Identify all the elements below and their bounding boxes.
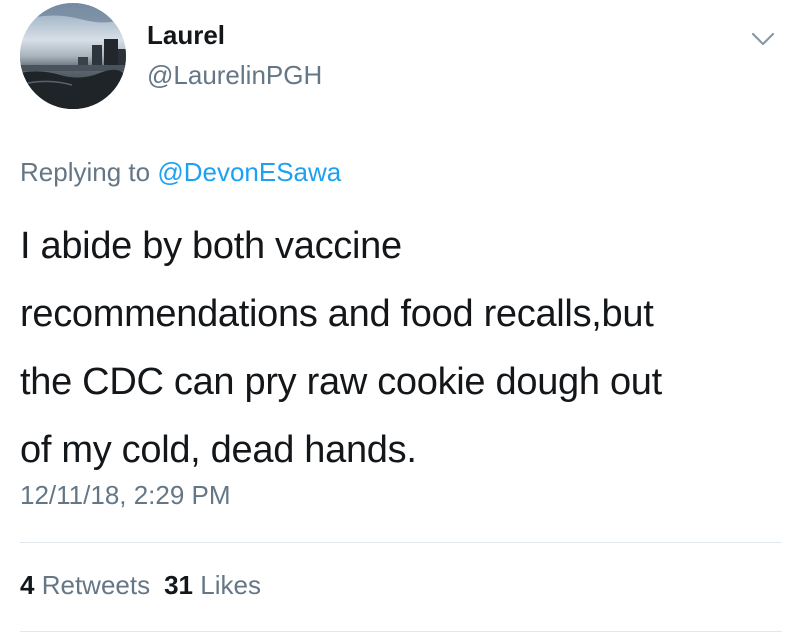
avatar-image <box>20 3 126 109</box>
tweet-text-line: of my cold, dead hands. <box>20 429 417 471</box>
user-handle[interactable]: @LaurelinPGH <box>147 60 322 91</box>
reply-handle-link[interactable]: @DevonESawa <box>157 157 341 187</box>
replying-to-label: Replying to <box>20 157 151 187</box>
tweet-card: Laurel @LaurelinPGH Replying to @DevonES… <box>0 0 792 636</box>
replying-to: Replying to @DevonESawa <box>20 157 341 188</box>
tweet-text-line: I abide by both vaccine <box>20 225 402 267</box>
retweets-label: Retweets <box>41 570 151 600</box>
likes-label: Likes <box>200 570 261 600</box>
engagement-stats: 4 Retweets 31 Likes <box>20 570 261 601</box>
divider <box>20 631 782 632</box>
tweet-timestamp[interactable]: 12/11/18, 2:29 PM <box>20 480 231 511</box>
likes-stat[interactable]: 31 Likes <box>164 570 261 600</box>
divider <box>20 542 782 543</box>
tweet-text-line: the CDC can pry raw cookie dough out <box>20 361 662 403</box>
retweets-stat[interactable]: 4 Retweets <box>20 570 150 600</box>
tweet-text-line: recommendations and food recalls,but <box>20 293 654 335</box>
retweets-count: 4 <box>20 570 35 600</box>
likes-count: 31 <box>164 570 194 600</box>
avatar[interactable] <box>20 3 126 109</box>
chevron-down-icon[interactable] <box>750 30 776 48</box>
tweet-text: I abide by both vaccine recommendations … <box>20 212 770 484</box>
display-name[interactable]: Laurel <box>147 20 225 51</box>
